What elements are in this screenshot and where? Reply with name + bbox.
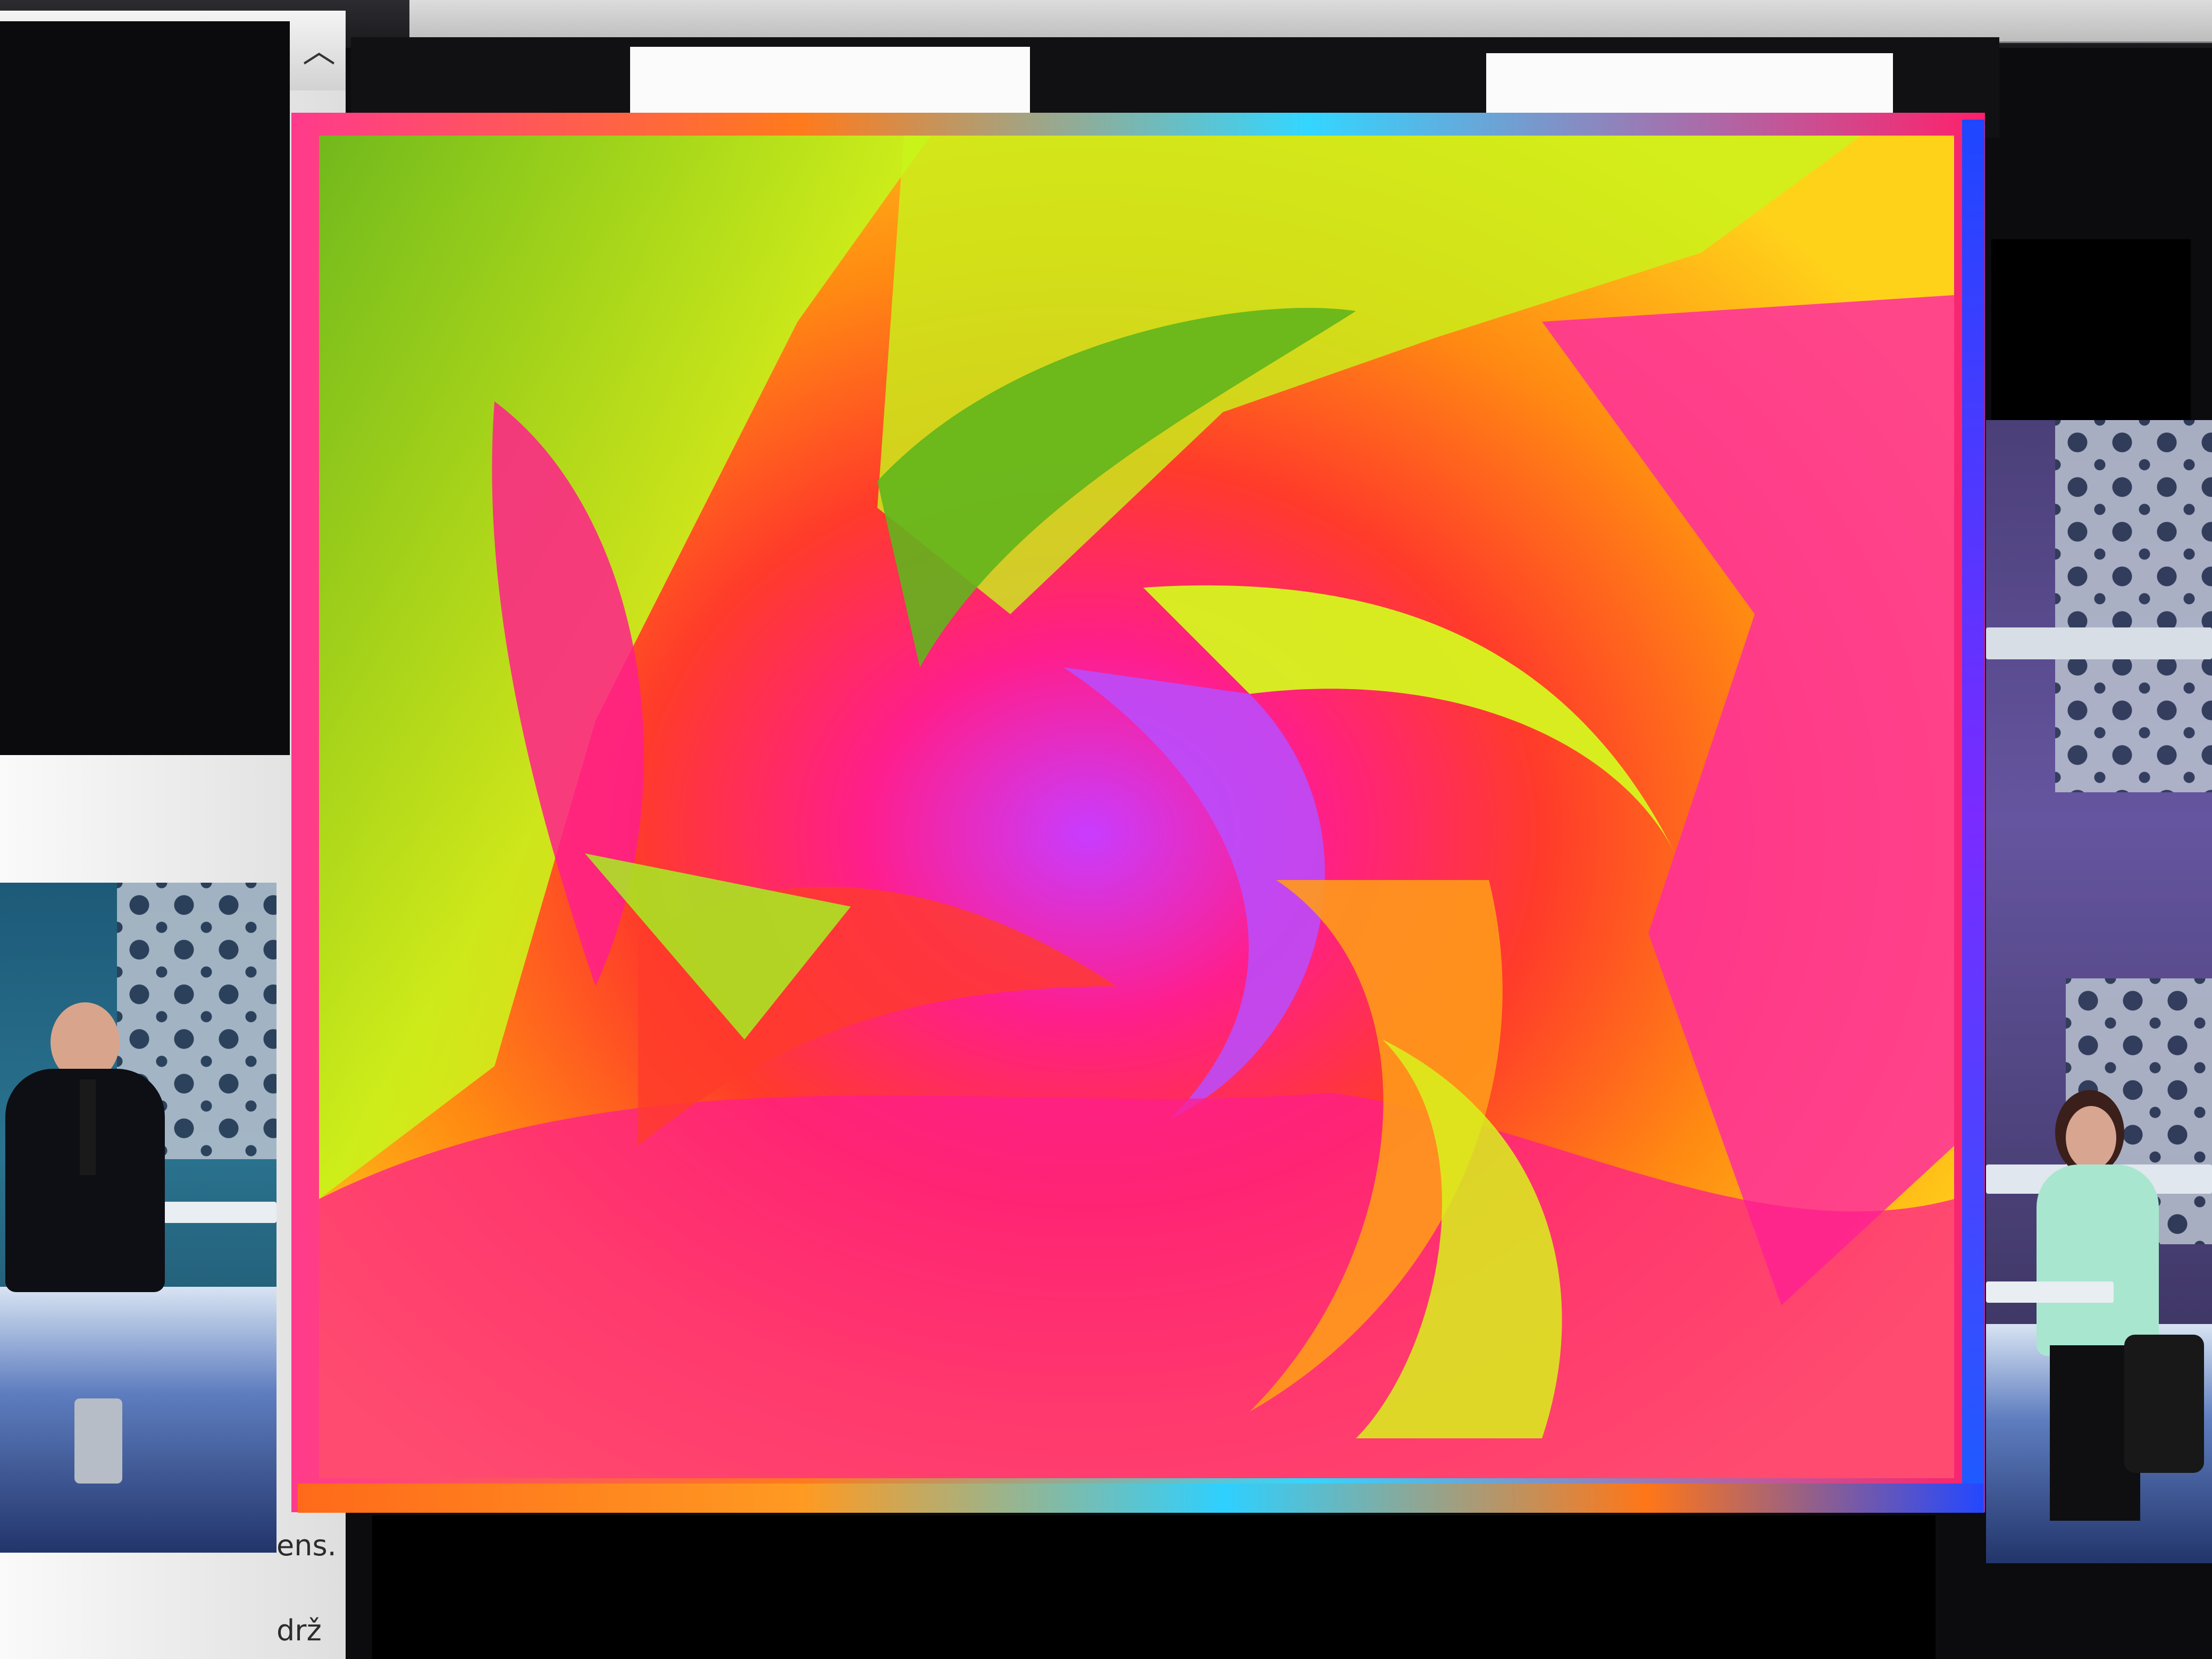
studio-desk <box>1986 1281 2114 1303</box>
psychedelic-artwork <box>319 136 1954 1478</box>
artwork-svg <box>319 136 1954 1478</box>
black-bottom-bar <box>372 1515 1936 1659</box>
black-box-right <box>1991 239 2191 420</box>
bar-stool <box>74 1398 122 1484</box>
partial-text-line-1: ens. <box>276 1529 337 1562</box>
guest-face <box>2066 1106 2116 1170</box>
chevron-up-icon: ︿ <box>302 31 336 70</box>
studio-rail <box>1986 627 2212 659</box>
scroll-up-button[interactable]: ︿ <box>300 29 338 70</box>
bar-stool <box>2124 1335 2204 1473</box>
tv-broadcast-left <box>0 883 276 1553</box>
artwork-frame-bottom-edge <box>298 1484 1983 1513</box>
guest-jacket <box>2037 1164 2159 1356</box>
app-panel-top <box>409 0 2212 43</box>
tv-broadcast-right <box>1986 420 2212 1563</box>
studio-backdrop-pattern <box>2055 420 2212 792</box>
presenter-tie <box>80 1079 96 1175</box>
artwork-frame-right-edge <box>1962 120 1984 1513</box>
dark-block-left <box>0 21 290 755</box>
studio-floor <box>0 1287 276 1553</box>
partial-text-line-2: drž <box>276 1614 322 1647</box>
